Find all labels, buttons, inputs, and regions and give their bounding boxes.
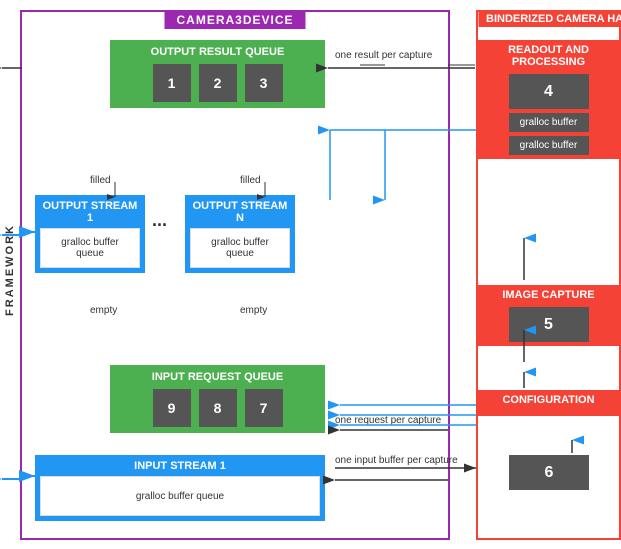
- input-stream-1-content: gralloc buffer queue: [40, 476, 320, 516]
- empty-label-2: empty: [240, 305, 267, 316]
- one-result-label: one result per capture: [335, 50, 432, 61]
- framework-label: FRAMEWORK: [0, 80, 20, 460]
- configuration-label: CONFIGURATION: [482, 394, 615, 406]
- framework-text: FRAMEWORK: [4, 224, 16, 316]
- output-result-queue: OUTPUT RESULT QUEUE 1 2 3: [110, 40, 325, 108]
- filled-label-2: filled: [240, 175, 261, 186]
- output-stream-1-content: gralloc buffer queue: [40, 228, 140, 268]
- configuration-box: CONFIGURATION: [478, 390, 619, 416]
- gralloc-buffers: 4 gralloc buffer gralloc buffer: [482, 74, 615, 155]
- output-stream-n: OUTPUT STREAM N gralloc buffer queue: [185, 195, 295, 273]
- input-request-items: 9 8 7: [116, 389, 319, 427]
- output-stream-n-content: gralloc buffer queue: [190, 228, 290, 268]
- gralloc-buffer-1: gralloc buffer: [509, 113, 589, 132]
- output-result-items: 1 2 3: [116, 64, 319, 102]
- one-request-label: one request per capture: [335, 415, 441, 426]
- one-input-label: one input buffer per capture: [335, 455, 458, 466]
- output-result-queue-label: OUTPUT RESULT QUEUE: [116, 46, 319, 58]
- output-stream-1-label: OUTPUT STREAM 1: [40, 200, 140, 224]
- camera3device-label: CAMERA3DEVICE: [164, 11, 305, 29]
- input-request-queue: INPUT REQUEST QUEUE 9 8 7: [110, 365, 325, 433]
- readout-processing-label: READOUT AND PROCESSING: [482, 44, 615, 68]
- queue-item-7: 7: [245, 389, 283, 427]
- input-stream-1-label: INPUT STREAM 1: [40, 460, 320, 472]
- output-stream-n-label: OUTPUT STREAM N: [190, 200, 290, 224]
- readout-processing-box: READOUT AND PROCESSING 4 gralloc buffer …: [478, 40, 619, 159]
- queue-item-8: 8: [199, 389, 237, 427]
- image-capture-label: IMAGE CAPTURE: [482, 289, 615, 301]
- gralloc-buffer-2: gralloc buffer: [509, 136, 589, 155]
- input-stream-1: INPUT STREAM 1 gralloc buffer queue: [35, 455, 325, 521]
- num6-box: 6: [509, 455, 589, 490]
- output-stream-n-box: OUTPUT STREAM N gralloc buffer queue: [185, 195, 295, 273]
- input-stream-1-box: INPUT STREAM 1 gralloc buffer queue: [35, 455, 325, 521]
- output-stream-1: OUTPUT STREAM 1 gralloc buffer queue: [35, 195, 145, 273]
- image-capture-num: 5: [509, 307, 589, 342]
- queue-item-3: 3: [245, 64, 283, 102]
- empty-label-1: empty: [90, 305, 117, 316]
- queue-item-9: 9: [153, 389, 191, 427]
- stream-dots: ...: [152, 210, 167, 231]
- output-stream-1-box: OUTPUT STREAM 1 gralloc buffer queue: [35, 195, 145, 273]
- buffer-num-4: 4: [509, 74, 589, 109]
- diagram-container: FRAMEWORK CAMERA3DEVICE BINDERIZED CAMER…: [0, 0, 621, 549]
- input-request-queue-label: INPUT REQUEST QUEUE: [116, 371, 319, 383]
- queue-item-2: 2: [199, 64, 237, 102]
- queue-item-1: 1: [153, 64, 191, 102]
- binderized-label: BINDERIZED CAMERA HAL: [478, 11, 619, 27]
- filled-label-1: filled: [90, 175, 111, 186]
- image-capture-box: IMAGE CAPTURE 5: [478, 285, 619, 346]
